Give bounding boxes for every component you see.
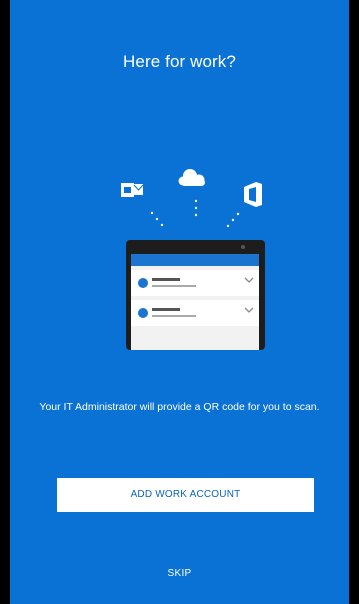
cloud-icon	[178, 169, 205, 186]
outlook-icon	[121, 183, 144, 197]
add-work-account-button[interactable]: ADD WORK ACCOUNT	[57, 478, 314, 512]
office-icon	[244, 182, 262, 207]
work-illustration	[121, 169, 265, 350]
tablet-icon	[126, 240, 265, 350]
qr-code-description: Your IT Administrator will provide a QR …	[39, 401, 320, 413]
skip-button[interactable]: SKIP	[10, 568, 349, 579]
page-title: Here for work?	[123, 52, 236, 71]
connector-dots	[150, 199, 240, 228]
onboarding-screen: Here for work? Your IT Administrator wil…	[10, 0, 349, 604]
